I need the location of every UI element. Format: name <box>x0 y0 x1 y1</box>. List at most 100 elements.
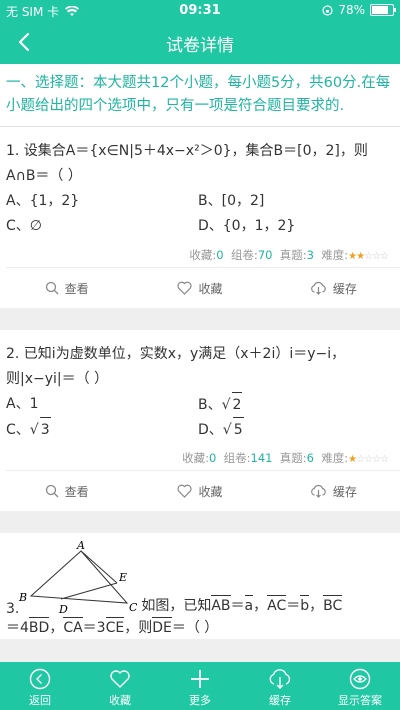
question-3-text-line1: 如图，已知AB＝a，AC＝b，BC <box>141 595 343 617</box>
collect-button[interactable]: 收藏 <box>133 268 266 308</box>
battery-icon <box>370 4 396 16</box>
option-b-prefix: B、 <box>198 397 222 413</box>
vector-ac: AC <box>267 595 287 617</box>
plus-icon <box>191 670 209 688</box>
status-right: 78% <box>322 3 396 17</box>
tab-back-label: 返回 <box>29 694 51 707</box>
group-count: 70 <box>257 248 273 262</box>
option-b: B、√ 2 <box>198 392 390 417</box>
question-3-line1: 3. A B C D E 如图，已知AB＝a，AC＝b，BC <box>0 541 400 617</box>
sqrt-symbol: √ <box>222 422 232 438</box>
heart-icon <box>177 281 193 295</box>
question-1-options: A、{1，2} B、[0，2] C、∅ D、{0，1，2} <box>0 189 400 239</box>
eye-icon <box>349 668 371 690</box>
vector-bd: BD <box>28 617 50 639</box>
cache-button[interactable]: 缓存 <box>267 471 400 511</box>
view-button[interactable]: 查看 <box>0 471 133 511</box>
question-2-meta: 收藏:0 组卷:141 真题:6 难度:★☆☆☆☆ <box>6 446 400 471</box>
figure-label-b: B <box>18 591 27 604</box>
question-1-actions: 查看 收藏 缓存 <box>0 268 400 308</box>
heart-icon <box>177 484 193 498</box>
vector-ab: AB <box>211 595 231 617</box>
question-card-1: 1. 设集合A＝{x∈N|5＋4x−x²＞0}，集合B＝[0，2]，则A∩B＝（… <box>0 127 400 308</box>
vector-ca: CA <box>63 617 84 639</box>
option-c-radicand: 3 <box>39 417 51 443</box>
option-a: A、1 <box>6 396 39 412</box>
rotation-lock-icon <box>322 4 333 16</box>
heart-icon <box>110 670 130 688</box>
search-icon <box>45 484 59 498</box>
card-gap <box>0 308 400 330</box>
figure-label-a: A <box>76 541 85 552</box>
q3-comma1: ， <box>253 598 268 614</box>
cache-label: 缓存 <box>332 484 357 499</box>
group-label: 组卷: <box>230 248 258 262</box>
collect-label: 收藏: <box>182 451 209 465</box>
option-d-radicand: 5 <box>232 417 244 443</box>
nav-bar: 试卷详情 <box>0 20 400 64</box>
tab-show-answer[interactable]: 显示答案 <box>320 662 400 710</box>
collect-button[interactable]: 收藏 <box>133 471 266 511</box>
tab-more-label: 更多 <box>189 694 211 707</box>
tab-show-answer-label: 显示答案 <box>338 694 382 707</box>
cache-button[interactable]: 缓存 <box>267 268 400 308</box>
vector-bc: BC <box>323 595 343 617</box>
q3-eq2: ＝ <box>286 598 301 614</box>
option-a: A、{1，2} <box>6 193 80 209</box>
tab-collect[interactable]: 收藏 <box>80 662 160 710</box>
group-label: 组卷: <box>223 451 251 465</box>
collect-label: 收藏: <box>189 248 217 262</box>
cache-label: 缓存 <box>332 281 357 296</box>
collect-count: 0 <box>216 248 224 262</box>
question-1-meta: 收藏:0 组卷:70 真题:3 难度:★★☆☆☆ <box>6 243 400 268</box>
q3-comma2: ， <box>309 598 324 614</box>
question-card-2: 2. 已知i为虚数单位，实数x，y满足（x＋2i）i＝y−i，则|x−yi|＝（… <box>0 330 400 511</box>
vector-a: a <box>244 595 253 617</box>
option-d: D、{0，1，2} <box>198 218 296 234</box>
q3-comma3: ， <box>49 620 64 636</box>
q3-eq3: ＝3 <box>82 620 106 636</box>
real-label: 真题: <box>279 248 307 262</box>
question-2-actions: 查看 收藏 缓存 <box>0 471 400 511</box>
question-card-3: 3. A B C D E 如图，已知AB＝a，AC＝b，BC ＝4BD，CA＝3… <box>0 533 400 639</box>
view-button[interactable]: 查看 <box>0 268 133 308</box>
group-count: 141 <box>250 451 273 465</box>
option-c: C、∅ <box>6 218 42 234</box>
difficulty-stars: ★☆☆☆☆ <box>348 454 389 465</box>
section-intro: 一、选择题：本大题共12个小题，每小题5分，共60分.在每小题给出的四个选项中，… <box>0 64 400 127</box>
back-arrow-icon <box>29 668 51 690</box>
vector-de: DE <box>152 617 172 639</box>
difficulty-stars: ★★☆☆☆ <box>348 251 389 262</box>
tab-collect-label: 收藏 <box>109 694 131 707</box>
q3-line2-post: ＝（ ） <box>171 620 219 636</box>
real-label: 真题: <box>279 451 307 465</box>
tab-back[interactable]: 返回 <box>0 662 80 710</box>
q3-text-pre: 如图，已知 <box>141 598 212 614</box>
sqrt-symbol: √ <box>29 422 39 438</box>
page-title: 试卷详情 <box>166 36 234 56</box>
view-label: 查看 <box>64 281 89 296</box>
q3-then: ，则 <box>124 620 153 636</box>
option-c: C、√ 3 <box>6 417 198 442</box>
battery-fill <box>372 6 388 14</box>
real-count: 6 <box>306 451 314 465</box>
option-d: D、√ 5 <box>198 417 390 442</box>
figure-label-e: E <box>118 571 127 584</box>
collect-count: 0 <box>208 451 217 465</box>
sqrt-symbol: √ <box>221 397 231 413</box>
exam-content[interactable]: 一、选择题：本大题共12个小题，每小题5分，共60分.在每小题给出的四个选项中，… <box>0 64 400 662</box>
search-icon <box>45 281 59 295</box>
option-b-radicand: 2 <box>231 392 243 418</box>
tab-cache-label: 缓存 <box>269 694 291 707</box>
vector-b: b <box>300 595 309 617</box>
card-gap <box>0 511 400 533</box>
option-c-prefix: C、 <box>6 422 30 438</box>
q3-line2-pre: ＝4 <box>6 620 29 636</box>
triangle-figure: A B C D E <box>18 541 137 616</box>
collect-label: 收藏 <box>198 484 223 499</box>
tab-more[interactable]: 更多 <box>160 662 240 710</box>
real-count: 3 <box>306 248 314 262</box>
option-b: B、[0，2] <box>198 193 265 209</box>
difficulty-label: 难度: <box>321 451 349 465</box>
tab-cache[interactable]: 缓存 <box>240 662 320 710</box>
